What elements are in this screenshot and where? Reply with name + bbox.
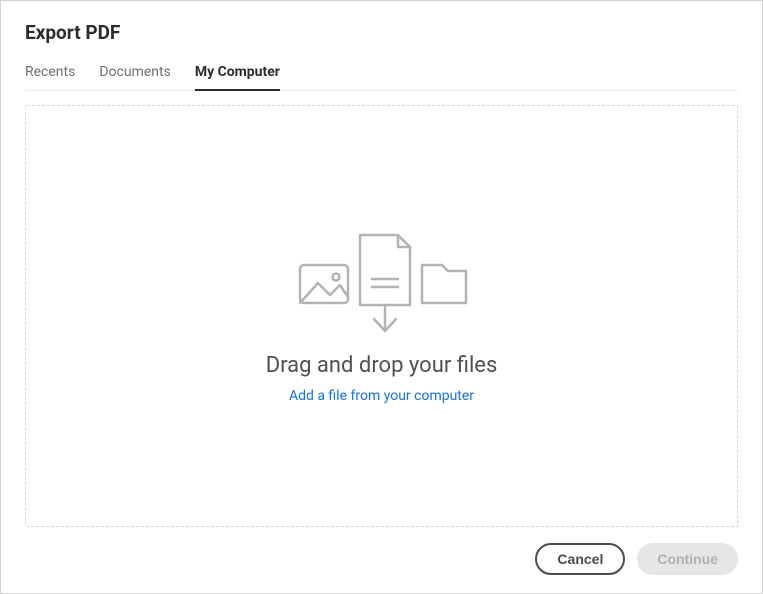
tab-my-computer[interactable]: My Computer xyxy=(195,58,280,90)
dropzone-title: Drag and drop your files xyxy=(266,353,498,378)
tabs: Recents Documents My Computer xyxy=(25,58,738,91)
dropzone[interactable]: Drag and drop your files Add a file from… xyxy=(25,105,738,527)
add-file-link[interactable]: Add a file from your computer xyxy=(289,388,474,404)
dialog-title: Export PDF xyxy=(25,21,738,44)
tab-recents[interactable]: Recents xyxy=(25,58,75,90)
dialog-footer: Cancel Continue xyxy=(25,543,738,575)
file-drop-illustration-icon xyxy=(282,229,482,339)
tab-documents[interactable]: Documents xyxy=(99,58,170,90)
continue-button: Continue xyxy=(637,543,738,575)
cancel-button[interactable]: Cancel xyxy=(535,543,625,575)
